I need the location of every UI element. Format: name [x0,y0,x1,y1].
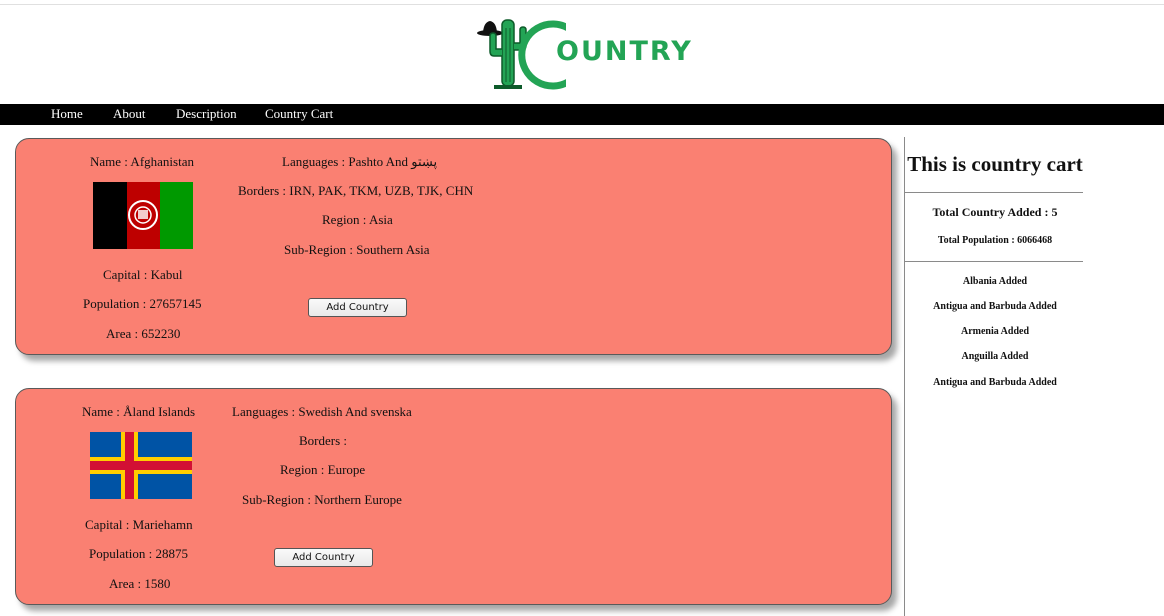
cart-title: This is country cart [907,152,1083,176]
cart-item: Antigua and Barbuda Added [933,377,1057,388]
country-borders: Borders : [299,433,348,448]
country-languages: Languages : Swedish And svenska [232,404,412,419]
country-region: Region : Asia [322,212,393,227]
country-subregion: Sub-Region : Northern Europe [242,492,402,507]
nav-country-cart[interactable]: Country Cart [265,106,333,122]
country-capital: Capital : Mariehamn [85,517,193,532]
cactus-logo-icon [477,19,566,90]
logo-text: OUNTRY [556,36,693,67]
country-borders: Borders : IRN, PAK, TKM, UZB, TJK, CHN [238,183,474,198]
nav-description[interactable]: Description [176,106,237,122]
country-subregion: Sub-Region : Southern Asia [284,242,430,257]
country-card: Name : Åland Islands Capital : Mariehamn… [15,388,892,605]
nav-home[interactable]: Home [51,106,83,122]
top-border [0,0,1164,5]
cart-total-added: Total Country Added : 5 [932,205,1058,219]
country-region: Region : Europe [280,462,366,477]
nav-about[interactable]: About [113,106,146,122]
cart-divider [905,261,1083,262]
country-card: Name : Afghanistan Capital : Kabul Popul… [15,138,892,355]
logo[interactable]: OUNTRY [476,16,706,92]
country-name: Name : Afghanistan [90,154,194,169]
cart-item: Armenia Added [960,326,1030,337]
cart-item: Antigua and Barbuda Added [933,301,1057,312]
country-population: Population : 28875 [89,546,188,561]
afghanistan-flag-icon [93,182,193,249]
aland-islands-flag-icon [90,432,192,499]
country-languages: Languages : Pashto And پښتو [282,154,438,169]
add-country-button[interactable]: Add Country [308,298,407,317]
cart-item: Anguilla Added [961,351,1029,362]
country-capital: Capital : Kabul [103,267,183,282]
country-name: Name : Åland Islands [82,404,196,419]
add-country-button[interactable]: Add Country [274,548,373,567]
nav-bar: Home About Description Country Cart [0,104,1164,125]
cart-item: Albania Added [962,276,1028,287]
country-area: Area : 1580 [109,576,171,591]
country-area: Area : 652230 [106,326,181,341]
cart-total-population: Total Population : 6066468 [937,235,1053,246]
country-population: Population : 27657145 [83,296,202,311]
cart-divider [905,192,1083,193]
